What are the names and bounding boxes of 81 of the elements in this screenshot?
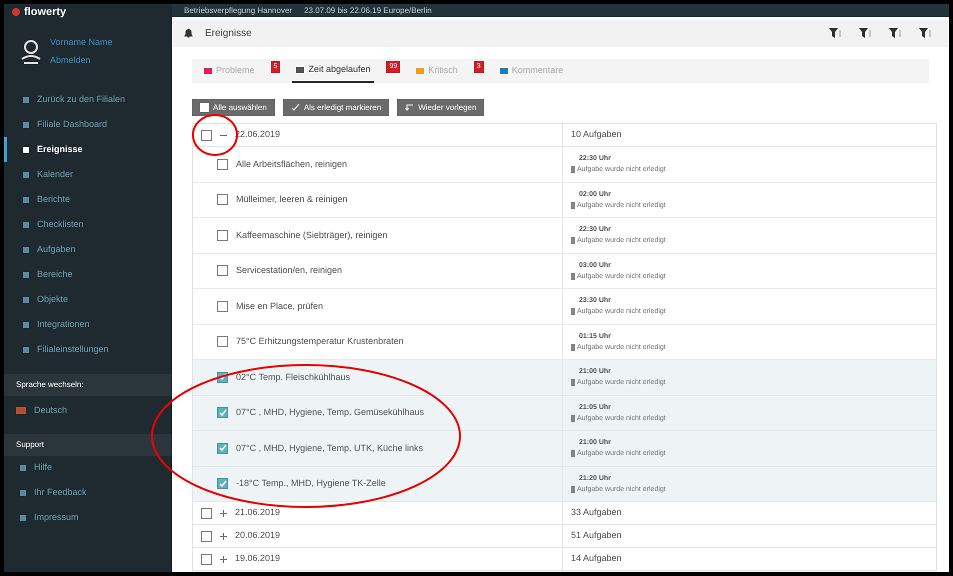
bell-icon xyxy=(184,28,193,38)
checkbox-icon xyxy=(200,103,209,112)
section-heading: Sprache wechseln: xyxy=(4,374,172,396)
section-heading: Support xyxy=(4,434,172,456)
checkmark-icon xyxy=(290,103,300,112)
action-button[interactable]: Alle auswählen xyxy=(192,99,275,116)
checkbox[interactable] xyxy=(217,478,228,490)
menu-item-icon xyxy=(23,296,29,302)
checkbox[interactable] xyxy=(201,508,212,518)
user-name: Vorname Name xyxy=(50,36,113,49)
sidebar-item[interactable]: Checklisten xyxy=(4,212,172,237)
tab[interactable]: Zeit abgelaufen xyxy=(292,58,374,83)
user-avatar-icon xyxy=(20,38,42,64)
checkbox[interactable] xyxy=(217,158,228,170)
menu-item-icon xyxy=(23,122,29,128)
sidebar-item[interactable]: Filialeinstellungen xyxy=(4,337,172,362)
task-name: Kaffeemaschine (Siebträger), reinigen xyxy=(236,228,388,242)
sidebar-item[interactable]: Berichte xyxy=(4,187,172,212)
task-name: Alle Arbeitsflächen, reinigen xyxy=(236,158,348,171)
expand-toggle[interactable] xyxy=(220,510,227,516)
support-link[interactable]: Impressum xyxy=(4,506,172,530)
branch-title: Betriebsverpflegung Hannover xyxy=(184,4,292,17)
task-name: 07°C , MHD, Hygiene, Temp. Gemüsekühlhaus xyxy=(236,406,424,419)
page-title: Ereignisse xyxy=(205,26,252,41)
task-name: 07°C , MHD, Hygiene, Temp. UTK, Küche links xyxy=(236,442,424,455)
checkbox[interactable] xyxy=(217,300,228,312)
app-logo: flowerty xyxy=(24,4,66,20)
checkbox[interactable] xyxy=(201,130,212,140)
sidebar-item[interactable]: Aufgaben xyxy=(4,237,172,262)
task-count: 51 Aufgaben xyxy=(571,529,622,542)
date-range: 23.07.09 bis 22.06.19 Europe/Berlin xyxy=(304,4,432,17)
flag-icon xyxy=(16,407,26,414)
logo-icon xyxy=(12,8,20,16)
date-cell-text: 20.06.2019 xyxy=(235,529,280,542)
menu-item-icon xyxy=(20,465,26,471)
menu-item-icon xyxy=(23,346,29,352)
task-count: 33 Aufgaben xyxy=(571,506,622,520)
sidebar-item[interactable]: Zurück zu den Filialen xyxy=(4,87,172,112)
logout-link[interactable]: Abmelden xyxy=(50,54,113,67)
menu-item-icon xyxy=(23,146,29,152)
sidebar-item[interactable]: Objekte xyxy=(4,287,172,312)
sidebar-item[interactable]: Kalender xyxy=(4,162,172,187)
date-cell-text: 19.06.2019 xyxy=(235,552,280,566)
menu-item-icon xyxy=(20,515,26,521)
menu-item-icon xyxy=(23,272,29,278)
menu-item-icon xyxy=(23,96,29,102)
task-name: Mise en Place, prüfen xyxy=(236,300,324,313)
sidebar-item[interactable]: Ereignisse xyxy=(4,137,172,162)
action-button[interactable]: Wieder vorlegen xyxy=(397,99,484,116)
task-count: 14 Aufgaben xyxy=(571,552,622,566)
sidebar-item[interactable]: Integrationen xyxy=(4,312,172,337)
task-name: -18°C Temp., MHD, Hygiene TK-Zelle xyxy=(236,477,386,490)
task-name: 75°C Erhitzungstemperatur Krustenbraten xyxy=(236,335,404,348)
menu-item-icon xyxy=(23,172,29,178)
checkbox[interactable] xyxy=(217,442,228,454)
menu-item-icon xyxy=(23,322,29,328)
checkbox[interactable] xyxy=(217,230,228,241)
support-link[interactable]: Ihr Feedback xyxy=(4,480,172,506)
checkbox[interactable] xyxy=(217,407,228,418)
menu-item-icon xyxy=(23,196,29,202)
return-arrow-icon xyxy=(405,103,414,112)
sidebar-item[interactable]: Filiale Dashboard xyxy=(4,112,172,137)
action-button[interactable]: Als erledigt markieren xyxy=(282,99,390,116)
checkbox[interactable] xyxy=(201,554,212,564)
menu-item-icon xyxy=(20,490,26,496)
task-count: 10 Aufgaben xyxy=(571,128,622,142)
task-name: 02°C Temp. Fleischkühlhaus xyxy=(236,370,350,384)
checkbox[interactable] xyxy=(201,530,212,542)
task-name: Servicestation/en, reinigen xyxy=(236,264,342,277)
checkbox[interactable] xyxy=(217,265,228,276)
checkbox[interactable] xyxy=(217,336,228,348)
task-name: Mülleimer, leeren & reinigen xyxy=(236,193,348,206)
expand-toggle[interactable] xyxy=(220,532,227,540)
checkbox[interactable] xyxy=(217,194,228,206)
date-cell-text: 21.06.2019 xyxy=(235,506,280,520)
menu-item-icon xyxy=(23,246,29,252)
sidebar-item[interactable]: Bereiche xyxy=(4,262,172,287)
support-link[interactable]: Hilfe xyxy=(4,456,172,480)
menu-item-icon xyxy=(23,222,29,228)
language-selector[interactable]: Deutsch xyxy=(34,404,68,418)
expand-toggle[interactable] xyxy=(220,556,227,562)
